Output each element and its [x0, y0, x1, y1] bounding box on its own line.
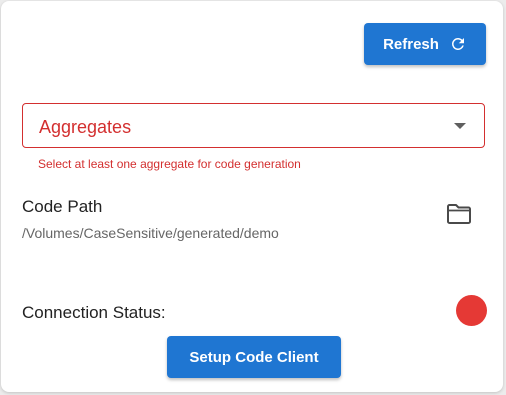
- browse-folder-button[interactable]: [444, 203, 474, 229]
- connection-status-indicator: [456, 295, 487, 326]
- caret-down-icon: [454, 123, 466, 129]
- refresh-button-label: Refresh: [383, 35, 439, 53]
- code-generation-panel: Refresh Aggregates Select at least one a…: [1, 1, 503, 392]
- refresh-icon: [449, 35, 467, 53]
- connection-status-label: Connection Status:: [22, 303, 166, 322]
- refresh-button[interactable]: Refresh: [364, 23, 486, 65]
- aggregates-select[interactable]: Aggregates: [22, 103, 485, 148]
- code-path-value: /Volumes/CaseSensitive/generated/demo: [22, 225, 279, 241]
- aggregates-error-text: Select at least one aggregate for code g…: [38, 157, 301, 171]
- code-path-label: Code Path: [22, 197, 103, 216]
- folder-icon: [446, 203, 472, 230]
- setup-code-client-button[interactable]: Setup Code Client: [167, 336, 341, 378]
- aggregates-select-label: Aggregates: [39, 117, 132, 137]
